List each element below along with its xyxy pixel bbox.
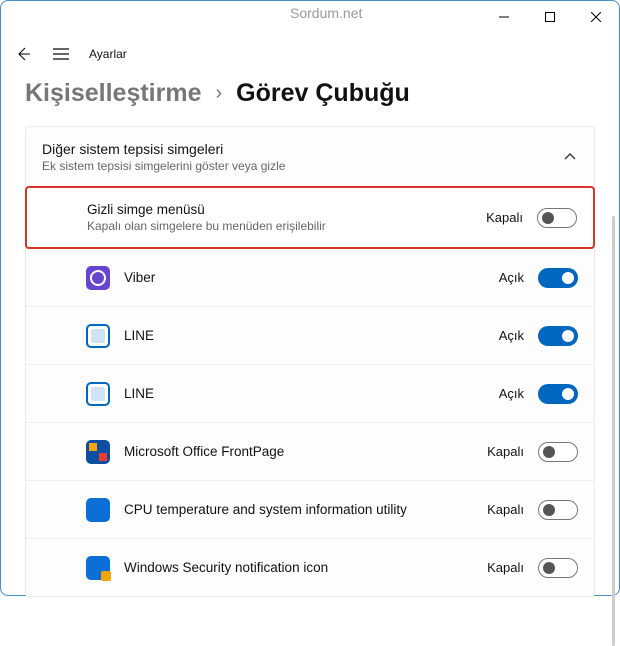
section-header[interactable]: Diğer sistem tepsisi simgeleri Ek sistem… — [26, 127, 594, 187]
maximize-icon — [545, 12, 555, 22]
toggle-state-label: Kapalı — [487, 560, 524, 575]
toggle-switch[interactable] — [538, 384, 578, 404]
toggle-knob — [543, 446, 555, 458]
item-title: Windows Security notification icon — [124, 560, 487, 575]
breadcrumb: Kişiselleştirme › Görev Çubuğu — [1, 75, 619, 126]
app-icon — [86, 440, 110, 464]
list-item: Windows Security notification iconKapalı — [26, 538, 594, 596]
list-item: LINEAçık — [26, 364, 594, 422]
item-subtitle: Kapalı olan simgelere bu menüden erişile… — [87, 219, 486, 233]
minimize-button[interactable] — [481, 1, 527, 33]
watermark-text: Sordum.net — [290, 5, 362, 21]
maximize-button[interactable] — [527, 1, 573, 33]
toggle-state-label: Kapalı — [487, 444, 524, 459]
app-icon — [86, 266, 110, 290]
toggle-knob — [542, 212, 554, 224]
item-title: Viber — [124, 270, 499, 285]
breadcrumb-current: Görev Çubuğu — [236, 79, 410, 108]
toggle-state-label: Açık — [499, 270, 524, 285]
breadcrumb-parent[interactable]: Kişiselleştirme — [25, 79, 202, 108]
item-title: Microsoft Office FrontPage — [124, 444, 487, 459]
scrollbar[interactable] — [612, 216, 615, 646]
hamburger-icon — [53, 48, 69, 60]
toggle-switch[interactable] — [538, 442, 578, 462]
chevron-right-icon: › — [216, 82, 223, 105]
item-text: Microsoft Office FrontPage — [124, 444, 487, 459]
tray-icons-section: Diğer sistem tepsisi simgeleri Ek sistem… — [25, 126, 595, 597]
menu-button[interactable] — [51, 44, 71, 64]
item-title: CPU temperature and system information u… — [124, 502, 487, 517]
chevron-up-icon — [564, 148, 576, 166]
item-title: LINE — [124, 328, 499, 343]
item-text: Windows Security notification icon — [124, 560, 487, 575]
back-arrow-icon — [15, 46, 31, 62]
toggle-knob — [543, 504, 555, 516]
minimize-icon — [499, 12, 509, 22]
toggle-state-label: Kapalı — [487, 502, 524, 517]
app-icon — [86, 382, 110, 406]
list-item: Gizli simge menüsü Kapalı olan simgelere … — [25, 186, 595, 249]
toggle-knob — [562, 330, 574, 342]
app-icon — [86, 498, 110, 522]
toggle-knob — [543, 562, 555, 574]
item-text: CPU temperature and system information u… — [124, 502, 487, 517]
close-button[interactable] — [573, 1, 619, 33]
close-icon — [591, 12, 601, 22]
app-icon — [86, 556, 110, 580]
app-icon — [86, 324, 110, 348]
content-area: Diğer sistem tepsisi simgeleri Ek sistem… — [1, 126, 619, 597]
item-text: LINE — [124, 328, 499, 343]
item-title: Gizli simge menüsü — [87, 202, 486, 217]
item-text: Gizli simge menüsü Kapalı olan simgelere … — [87, 202, 486, 233]
list-item: CPU temperature and system information u… — [26, 480, 594, 538]
list-item: ViberAçık — [26, 248, 594, 306]
window-controls — [481, 1, 619, 33]
item-title: LINE — [124, 386, 499, 401]
list-item: Microsoft Office FrontPageKapalı — [26, 422, 594, 480]
section-subtitle: Ek sistem tepsisi simgelerini göster vey… — [42, 159, 544, 173]
toggle-switch[interactable] — [538, 326, 578, 346]
titlebar: Sordum.net — [1, 1, 619, 33]
toggle-switch[interactable] — [537, 208, 577, 228]
back-button[interactable] — [13, 44, 33, 64]
item-text: LINE — [124, 386, 499, 401]
item-text: Viber — [124, 270, 499, 285]
toggle-switch[interactable] — [538, 500, 578, 520]
items-list: Gizli simge menüsü Kapalı olan simgelere … — [26, 186, 594, 596]
app-title: Ayarlar — [89, 47, 127, 61]
top-toolbar: Ayarlar — [1, 33, 619, 75]
toggle-switch[interactable] — [538, 268, 578, 288]
section-title: Diğer sistem tepsisi simgeleri — [42, 141, 544, 157]
toggle-state-label: Kapalı — [486, 210, 523, 225]
toggle-state-label: Açık — [499, 328, 524, 343]
list-item: LINEAçık — [26, 306, 594, 364]
toggle-state-label: Açık — [499, 386, 524, 401]
toggle-switch[interactable] — [538, 558, 578, 578]
toggle-knob — [562, 272, 574, 284]
toggle-knob — [562, 388, 574, 400]
